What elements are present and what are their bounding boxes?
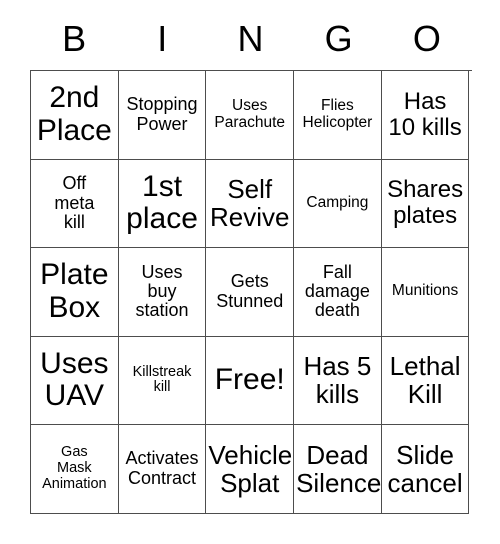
bingo-cell-label: Plate Box [40,258,109,324]
bingo-cell[interactable]: Uses UAV [31,336,119,425]
bingo-cell[interactable]: Off meta kill [31,159,119,248]
bingo-cell-label: Stopping Power [126,94,198,134]
header-letter-g: G [324,18,353,59]
bingo-cell-label: Lethal Kill [389,351,461,410]
bingo-row: Plate Box Uses buy station Gets Stunned … [31,248,472,337]
bingo-cell-label: 2nd Place [36,81,112,147]
bingo-cell[interactable]: Uses Parachute [206,71,295,160]
bingo-cell-label: Flies Helicopter [302,97,373,131]
bingo-cell[interactable]: Lethal Kill [381,336,470,425]
bingo-cell-label: Has 5 kills [303,351,372,410]
bingo-cell[interactable]: Vehicle Splat [206,425,295,514]
bingo-cell[interactable]: Dead Silence [294,425,382,514]
bingo-cell-label: Self Revive [209,174,290,233]
bingo-cell[interactable]: Munitions [381,248,470,337]
bingo-cell-label: Uses buy station [135,261,189,321]
bingo-cell-label: Slide cancel [387,439,463,498]
bingo-cell[interactable]: Stopping Power [118,71,207,160]
header-letter-b: B [62,18,87,59]
bingo-cell[interactable]: Gas Mask Animation [31,425,119,514]
bingo-cell[interactable]: 1st place [118,159,207,248]
bingo-grid: 2nd Place Stopping Power Uses Parachute … [30,70,472,514]
header-letter-i: I [157,18,168,59]
bingo-cell[interactable]: Gets Stunned [206,248,295,337]
bingo-cell-label: Free! [214,363,285,397]
bingo-card: B I N G O 2nd Place Stopping Power Uses … [30,8,472,514]
bingo-cell-label: Gas Mask Animation [42,444,107,492]
bingo-cell-label: Munitions [391,282,459,300]
bingo-cell[interactable]: Slide cancel [381,425,470,514]
bingo-row: 2nd Place Stopping Power Uses Parachute … [31,71,472,160]
bingo-cell[interactable]: Has 5 kills [294,336,382,425]
bingo-cell-label: Dead Silence [296,439,382,498]
bingo-row: Uses UAV Killstreak kill Free! Has 5 kil… [31,336,472,425]
bingo-cell[interactable]: Uses buy station [118,248,207,337]
bingo-cell-label: Activates Contract [125,448,199,488]
bingo-cell[interactable]: 2nd Place [31,71,119,160]
bingo-row: Off meta kill 1st place Self Revive Camp… [31,159,472,248]
bingo-cell[interactable]: Flies Helicopter [294,71,382,160]
bingo-cell[interactable]: Self Revive [206,159,295,248]
bingo-cell-label: Off meta kill [54,173,95,232]
bingo-cell[interactable]: Killstreak kill [118,336,207,425]
header-letter-n: N [237,18,264,59]
bingo-row: Gas Mask Animation Activates Contract Ve… [31,425,472,514]
bingo-cell-free[interactable]: Free! [206,336,295,425]
bingo-cell-label: Shares plates [387,176,464,230]
bingo-cell[interactable]: Plate Box [31,248,119,337]
bingo-cell-label: Has 10 kills [388,87,462,141]
bingo-cell-label: Vehicle Splat [208,439,293,498]
bingo-cell[interactable]: Fall damage death [294,248,382,337]
bingo-header: B I N G O [30,8,471,70]
bingo-cell-label: Camping [306,193,369,211]
bingo-cell-label: Uses UAV [40,346,109,413]
bingo-cell[interactable]: Activates Contract [118,425,207,514]
bingo-cell[interactable]: Shares plates [381,159,470,248]
bingo-cell-label: Gets Stunned [216,271,284,311]
bingo-cell-label: Uses Parachute [214,97,286,131]
bingo-cell[interactable]: Has 10 kills [381,71,470,160]
bingo-cell-label: Killstreak kill [132,363,192,396]
bingo-cell-label: Fall damage death [304,261,370,321]
bingo-cell-label: 1st place [126,169,198,236]
header-letter-o: O [412,18,441,59]
bingo-cell[interactable]: Camping [294,159,382,248]
